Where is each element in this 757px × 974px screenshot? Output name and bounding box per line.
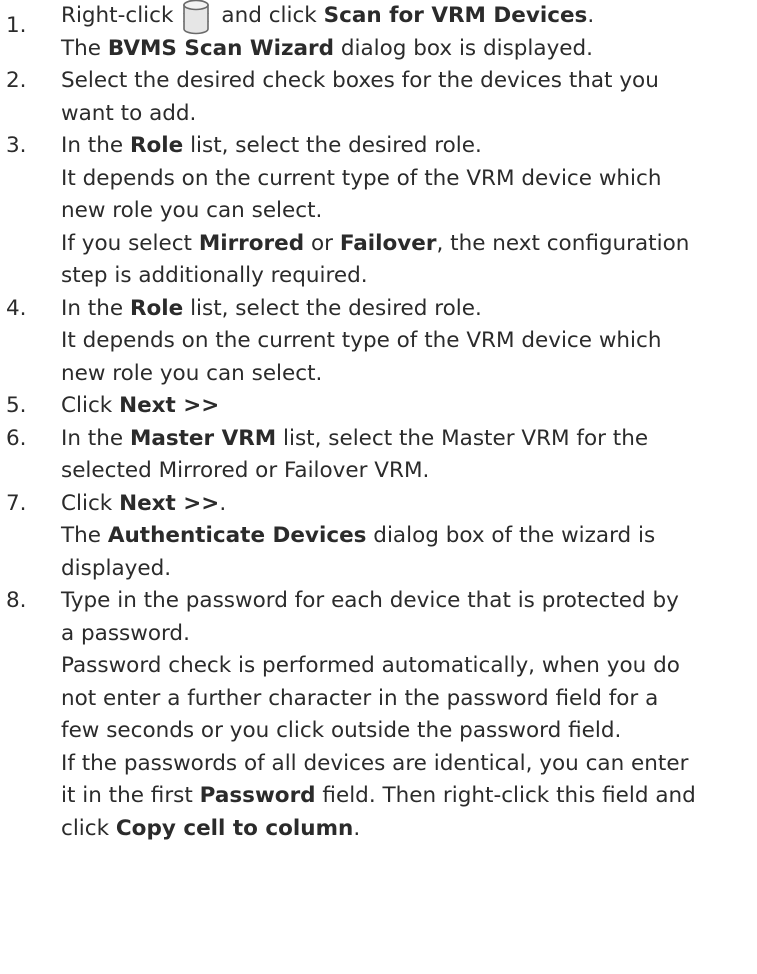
instruction-steps: 1. Right-click and click Scan for VRM De… xyxy=(0,0,757,845)
step-line: Select the desired check boxes for the d… xyxy=(61,68,659,93)
step-line: want to add. xyxy=(61,100,197,126)
ui-term: Failover xyxy=(339,230,437,256)
step-line: click Copy cell to column. xyxy=(61,813,751,846)
step-line: Click Next >> xyxy=(61,390,751,423)
text-run: Click xyxy=(61,490,113,516)
text-run: . xyxy=(353,815,361,841)
step-number: 7. xyxy=(6,490,27,516)
text-run: click xyxy=(61,815,110,841)
step-5: 5. Click Next >> xyxy=(0,390,757,423)
text-run: or xyxy=(310,230,333,256)
text-run: If you select xyxy=(61,230,192,256)
text-run: In the xyxy=(61,425,124,451)
text-run: dialog box is displayed. xyxy=(340,35,594,61)
step-8: 8. Type in the password for each device … xyxy=(0,585,757,845)
ui-term: Next >> xyxy=(119,490,220,516)
step-line: Click Next >>. xyxy=(61,488,751,521)
step-line: It depends on the current type of the VR… xyxy=(61,328,662,353)
step-line: it in the first Password field. Then rig… xyxy=(61,780,751,813)
step-number: 6. xyxy=(6,425,27,451)
text-run: . xyxy=(587,3,595,28)
text-run: field. Then right-click this field and xyxy=(322,783,696,808)
ui-term: Authenticate Devices xyxy=(107,523,367,548)
step-line: In the Role list, select the desired rol… xyxy=(61,293,751,326)
ui-term: Master VRM xyxy=(129,425,277,451)
ui-term: Next >> xyxy=(119,393,220,418)
step-line: It depends on the current type of the VR… xyxy=(61,165,662,191)
text-run: Click xyxy=(61,393,113,418)
step-line: new role you can select. xyxy=(61,198,323,223)
ui-term: Copy cell to column xyxy=(115,815,354,841)
step-line: The Authenticate Devices dialog box of t… xyxy=(61,520,751,553)
step-number: 1. xyxy=(6,13,27,38)
step-line: Right-click and click Scan for VRM Devic… xyxy=(61,0,751,35)
text-run: , the next configuration xyxy=(436,230,690,256)
step-2: 2. Select the desired check boxes for th… xyxy=(0,65,757,130)
step-6: 6. In the Master VRM list, select the Ma… xyxy=(0,423,757,488)
step-1: 1. Right-click and click Scan for VRM De… xyxy=(0,0,757,65)
ui-term: Role xyxy=(129,295,184,321)
step-line: new role you can select. xyxy=(61,360,323,386)
step-number: 2. xyxy=(6,68,27,93)
ui-term: BVMS Scan Wizard xyxy=(107,35,334,61)
step-line: few seconds or you click outside the pas… xyxy=(61,718,622,743)
text-run: it in the first xyxy=(61,783,193,808)
ui-term: Password xyxy=(199,783,316,808)
database-icon xyxy=(181,0,211,42)
text-run: dialog box of the wizard is xyxy=(373,523,656,548)
step-number: 5. xyxy=(6,393,27,418)
step-line: If you select Mirrored or Failover, the … xyxy=(61,228,751,261)
text-run: The xyxy=(61,35,101,61)
step-3: 3. In the Role list, select the desired … xyxy=(0,130,757,293)
text-run: The xyxy=(61,523,101,548)
text-run: list, select the desired role. xyxy=(190,133,482,158)
text-run: list, select the Master VRM for the xyxy=(283,425,649,451)
ui-term: Mirrored xyxy=(198,230,305,256)
step-7: 7. Click Next >>. The Authenticate Devic… xyxy=(0,488,757,586)
text-run: In the xyxy=(61,133,124,158)
text-run: and click xyxy=(221,3,317,28)
step-line: step is additionally required. xyxy=(61,263,368,288)
step-number: 4. xyxy=(6,295,27,321)
text-run: . xyxy=(219,490,227,516)
ui-term: Scan for VRM Devices xyxy=(323,3,588,28)
step-4: 4. In the Role list, select the desired … xyxy=(0,293,757,391)
step-line: Password check is performed automaticall… xyxy=(61,653,680,678)
step-line: Type in the password for each device tha… xyxy=(61,588,679,613)
step-line: selected Mirrored or Failover VRM. xyxy=(61,458,430,483)
step-line: not enter a further character in the pas… xyxy=(61,685,659,711)
step-line: The BVMS Scan Wizard dialog box is displ… xyxy=(61,33,751,66)
step-line: In the Master VRM list, select the Maste… xyxy=(61,423,751,456)
step-line: If the passwords of all devices are iden… xyxy=(61,750,689,776)
text-run: list, select the desired role. xyxy=(190,295,482,321)
text-run: In the xyxy=(61,295,124,321)
step-number: 8. xyxy=(6,588,27,613)
ui-term: Role xyxy=(129,133,184,158)
step-line: In the Role list, select the desired rol… xyxy=(61,130,751,163)
step-number: 3. xyxy=(6,133,27,158)
step-line: displayed. xyxy=(61,555,172,581)
text-run: Right-click xyxy=(61,3,174,28)
step-line: a password. xyxy=(61,620,190,646)
